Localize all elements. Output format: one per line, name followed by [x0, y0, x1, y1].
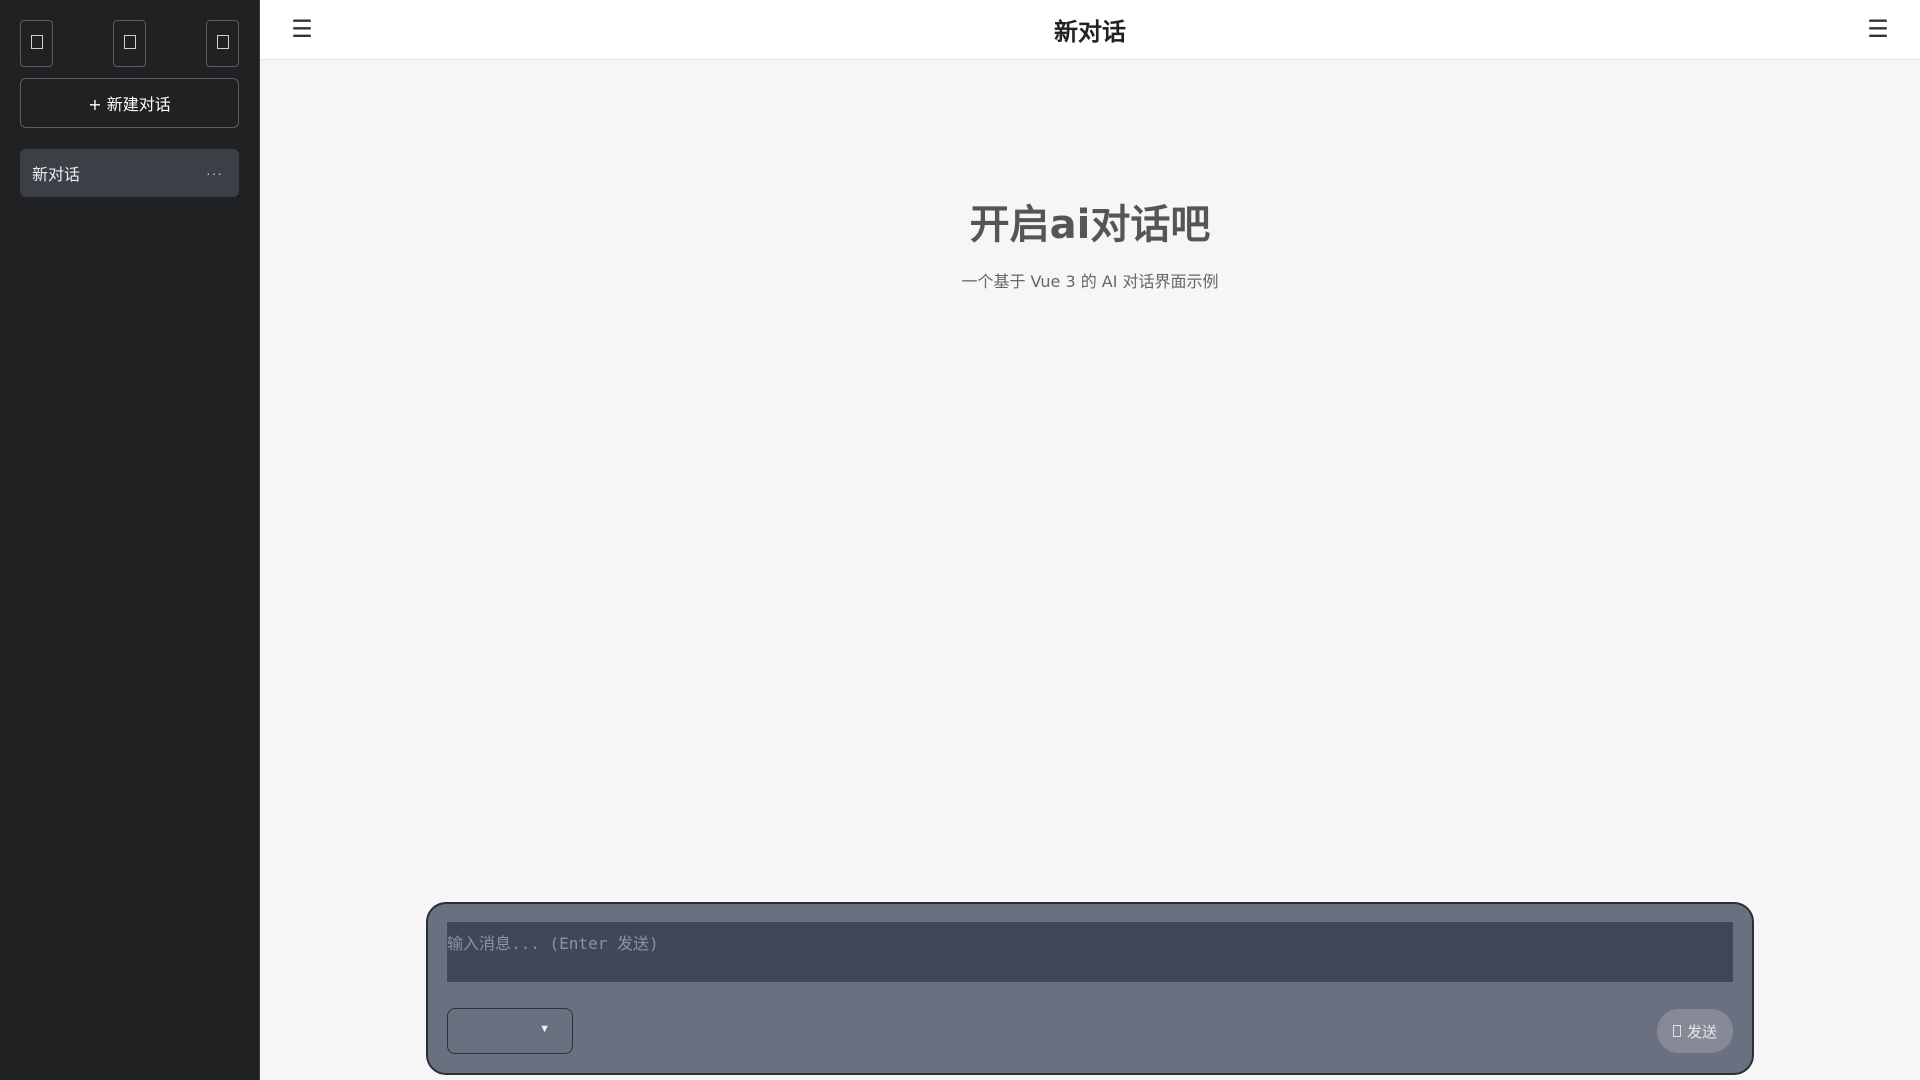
missing-glyph-icon	[216, 35, 229, 52]
conversation-more-icon[interactable]: ···	[202, 165, 227, 181]
sidebar-tool-button-1[interactable]	[20, 20, 53, 67]
missing-glyph-icon	[123, 35, 136, 52]
right-menu-icon[interactable]: ☰	[1866, 15, 1890, 44]
model-select[interactable]: ▼	[447, 1008, 573, 1054]
sidebar-tool-button-2[interactable]	[113, 20, 146, 67]
chevron-down-icon: ▼	[539, 1023, 550, 1035]
conversation-item[interactable]: 新对话 ···	[20, 149, 239, 197]
top-header: ☰ 新对话 ☰	[260, 0, 1920, 60]
send-icon	[1672, 1025, 1681, 1037]
send-button[interactable]: 发送	[1657, 1009, 1733, 1053]
new-chat-button[interactable]: + 新建对话	[20, 78, 239, 128]
sidebar-tool-button-3[interactable]	[206, 20, 239, 67]
sidebar-toolbar	[20, 20, 239, 67]
welcome-subtitle: 一个基于 Vue 3 的 AI 对话界面示例	[961, 272, 1219, 291]
missing-glyph-icon	[30, 35, 43, 52]
app: + 新建对话 新对话 ··· ☰ 新对话 ☰ 开启ai对话吧 一个基于 Vue …	[0, 0, 1920, 1080]
main-area: ☰ 新对话 ☰ 开启ai对话吧 一个基于 Vue 3 的 AI 对话界面示例 ▼…	[260, 0, 1920, 1080]
message-input[interactable]	[447, 922, 1733, 982]
send-label: 发送	[1686, 1022, 1717, 1041]
composer-toolbar: ▼ 发送	[447, 1008, 1733, 1054]
welcome-title: 开启ai对话吧	[969, 202, 1211, 248]
page-title: 新对话	[1054, 18, 1126, 46]
composer-panel: ▼ 发送	[426, 902, 1754, 1075]
left-menu-icon[interactable]: ☰	[290, 15, 314, 44]
welcome-section: 开启ai对话吧 一个基于 Vue 3 的 AI 对话界面示例	[260, 192, 1920, 292]
sidebar: + 新建对话 新对话 ···	[0, 0, 260, 1080]
conversation-title: 新对话	[32, 165, 81, 184]
